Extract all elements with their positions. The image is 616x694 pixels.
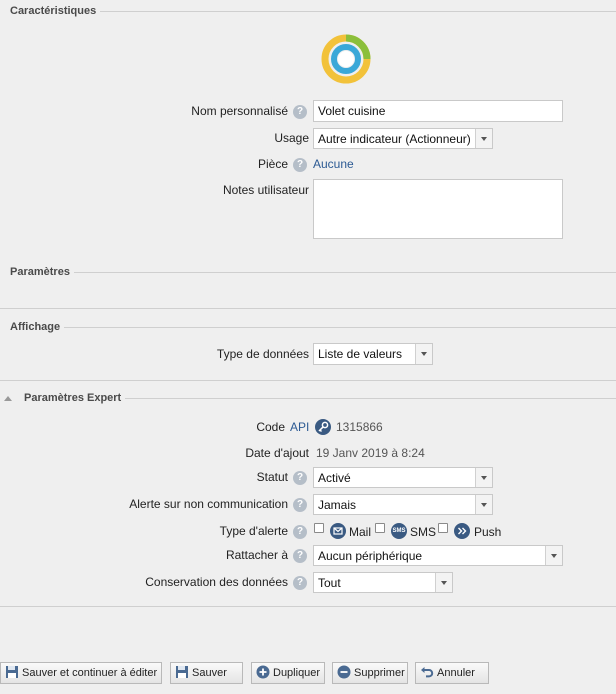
statut-value: Activé <box>318 471 351 485</box>
rattacher-label: Rattacher à <box>225 548 288 562</box>
section-title-wrap: Paramètres Expert <box>0 391 126 405</box>
mail-label: Mail <box>349 525 372 539</box>
floppy-icon <box>176 666 188 679</box>
divider <box>0 308 616 309</box>
type-donnees-label: Type de données <box>216 347 309 361</box>
section-parametres: Paramètres <box>0 263 616 281</box>
minus-circle-icon <box>337 665 351 679</box>
alerte-select[interactable]: Jamais <box>313 494 493 515</box>
usage-label: Usage <box>274 131 309 145</box>
conservation-label: Conservation des données <box>145 575 288 589</box>
help-icon[interactable]: ? <box>293 525 307 539</box>
cancel-label: Annuler <box>437 667 475 679</box>
notes-textarea[interactable] <box>313 179 563 239</box>
save-label: Sauver <box>192 667 227 679</box>
piece-link[interactable]: Aucune <box>313 156 354 172</box>
date-ajout-value: 19 Janv 2019 à 8:24 <box>316 446 425 460</box>
piece-label: Pièce <box>257 157 288 171</box>
delete-label: Supprimer <box>354 667 405 679</box>
chevron-down-icon <box>415 344 432 364</box>
rattacher-select[interactable]: Aucun périphérique <box>313 545 563 566</box>
sms-label: SMS <box>410 525 437 539</box>
alerte-value: Jamais <box>318 498 357 512</box>
save-button[interactable]: Sauver <box>170 662 243 684</box>
help-icon[interactable]: ? <box>293 105 307 119</box>
statut-select[interactable]: Activé <box>313 467 493 488</box>
date-ajout-label: Date d'ajout <box>245 446 309 460</box>
divider <box>0 380 616 381</box>
statut-label: Statut <box>256 470 288 484</box>
help-icon[interactable]: ? <box>293 158 307 172</box>
section-caracteristiques: Caractéristiques <box>0 2 616 20</box>
nom-input[interactable]: Volet cuisine <box>313 100 563 122</box>
chevron-down-icon <box>475 129 492 148</box>
delete-button[interactable]: Supprimer <box>332 662 408 684</box>
save-continue-button[interactable]: Sauver et continuer à éditer <box>0 662 162 684</box>
section-title: Paramètres <box>0 265 74 279</box>
type-donnees-value: Liste de valeurs <box>318 347 403 361</box>
plus-circle-icon <box>256 665 270 679</box>
section-title: Caractéristiques <box>0 4 101 18</box>
divider <box>0 606 616 607</box>
key-icon <box>315 419 331 435</box>
section-title: Affichage <box>0 320 65 334</box>
code-value: 1315866 <box>336 420 383 434</box>
usage-select-value: Autre indicateur (Actionneur) <box>318 132 471 146</box>
mail-icon <box>330 523 346 539</box>
help-icon[interactable]: ? <box>293 471 307 485</box>
cancel-button[interactable]: Annuler <box>415 662 489 684</box>
rattacher-value: Aucun périphérique <box>318 549 423 563</box>
push-label: Push <box>474 525 502 539</box>
sms-checkbox[interactable] <box>375 523 385 533</box>
chevron-down-icon <box>475 468 492 487</box>
help-icon[interactable]: ? <box>293 498 307 512</box>
collapse-triangle-icon[interactable] <box>4 396 12 401</box>
chevron-down-icon <box>545 546 562 565</box>
usage-select[interactable]: Autre indicateur (Actionneur) <box>313 128 493 149</box>
nom-label: Nom personnalisé <box>191 104 288 118</box>
type-donnees-select[interactable]: Liste de valeurs <box>313 343 433 365</box>
api-link[interactable]: API <box>290 419 309 435</box>
help-icon[interactable]: ? <box>293 576 307 590</box>
conservation-select[interactable]: Tout <box>313 572 453 593</box>
alerte-label: Alerte sur non communication <box>129 497 288 511</box>
section-title: Paramètres Expert <box>24 392 122 404</box>
type-alerte-label: Type d'alerte <box>219 524 288 538</box>
floppy-icon <box>6 666 18 679</box>
save-continue-label: Sauver et continuer à éditer <box>22 667 158 679</box>
notes-label: Notes utilisateur <box>222 183 309 197</box>
mail-checkbox[interactable] <box>314 523 324 533</box>
conservation-value: Tout <box>318 576 341 590</box>
undo-icon <box>421 667 434 678</box>
chevron-down-icon <box>475 495 492 514</box>
chevron-down-icon <box>435 573 452 592</box>
help-icon[interactable]: ? <box>293 549 307 563</box>
section-affichage: Affichage <box>0 318 616 336</box>
sms-icon: SMS <box>391 523 407 539</box>
duplicate-label: Dupliquer <box>273 667 321 679</box>
section-expert[interactable]: Paramètres Expert <box>0 389 616 407</box>
push-icon <box>454 523 470 539</box>
duplicate-button[interactable]: Dupliquer <box>251 662 325 684</box>
push-checkbox[interactable] <box>438 523 448 533</box>
code-label: Code <box>256 420 285 434</box>
device-ring-icon <box>321 34 371 84</box>
